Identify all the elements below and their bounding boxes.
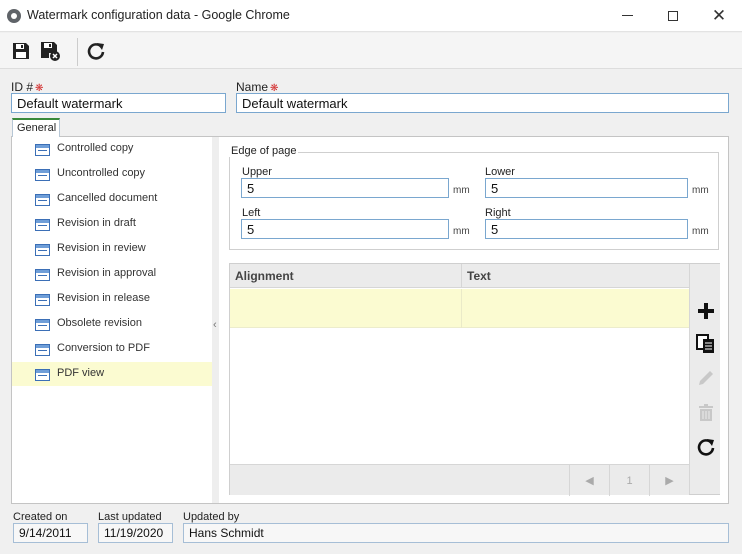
add-button[interactable] xyxy=(694,299,718,323)
list-item-selected[interactable]: PDF view xyxy=(12,362,212,386)
id-label: ID # ❋ xyxy=(11,80,44,94)
column-divider[interactable] xyxy=(461,264,462,288)
left-label: Left xyxy=(242,207,261,219)
watermark-type-list: Controlled copy Uncontrolled copy Cancel… xyxy=(12,137,212,503)
right-label: Right xyxy=(485,207,511,219)
form-icon xyxy=(35,219,50,231)
right-field[interactable]: 5 xyxy=(485,219,688,239)
add-icon xyxy=(698,303,714,319)
last-updated-field: 11/19/2020 xyxy=(98,523,173,543)
form-icon xyxy=(35,294,50,306)
prev-page-icon: ◀ xyxy=(585,475,594,487)
prev-page-button[interactable]: ◀ xyxy=(569,465,609,496)
maximize-icon xyxy=(668,10,678,21)
refresh-icon xyxy=(87,43,105,60)
grid-actions xyxy=(689,264,720,494)
toolbar xyxy=(0,33,742,69)
upper-field[interactable]: 5 xyxy=(241,178,449,198)
save-and-close-button[interactable] xyxy=(38,39,62,63)
next-page-icon: ▶ xyxy=(665,475,674,487)
page-number: 1 xyxy=(609,465,649,496)
column-divider xyxy=(461,289,462,328)
save-and-close-icon xyxy=(41,42,60,61)
chrome-icon xyxy=(7,9,21,23)
form-icon xyxy=(35,194,50,206)
save-icon xyxy=(13,43,29,59)
list-item[interactable]: Obsolete revision xyxy=(12,312,212,336)
lower-field[interactable]: 5 xyxy=(485,178,688,198)
collapse-arrow-icon[interactable]: ‹ xyxy=(213,319,217,331)
close-icon: ✕ xyxy=(711,5,727,25)
tab-general[interactable]: General xyxy=(12,118,60,137)
copy-icon xyxy=(696,334,714,353)
delete-button[interactable] xyxy=(694,401,718,425)
lower-unit: mm xyxy=(692,185,709,196)
title-bar: Watermark configuration data - Google Ch… xyxy=(0,0,742,32)
form-icon xyxy=(35,344,50,356)
list-item[interactable]: Controlled copy xyxy=(12,137,212,161)
refresh-button[interactable] xyxy=(84,39,108,63)
form-icon xyxy=(35,144,50,156)
grid-header: Alignment Text xyxy=(230,264,689,288)
table-row[interactable] xyxy=(230,289,689,328)
form-icon xyxy=(35,169,50,181)
form-icon xyxy=(35,269,50,281)
list-item[interactable]: Revision in approval xyxy=(12,262,212,286)
list-item[interactable]: Revision in release xyxy=(12,287,212,311)
maximize-button[interactable] xyxy=(650,0,696,31)
column-header-alignment[interactable]: Alignment xyxy=(235,269,294,283)
save-button[interactable] xyxy=(9,39,33,63)
name-field[interactable]: Default watermark xyxy=(236,93,729,113)
list-item[interactable]: Uncontrolled copy xyxy=(12,162,212,186)
grid-pager: ◀ 1 ▶ xyxy=(230,464,689,496)
last-updated-label: Last updated xyxy=(98,511,162,523)
created-on-field: 9/14/2011 xyxy=(13,523,88,543)
form-icon xyxy=(35,244,50,256)
edge-of-page-legend: Edge of page xyxy=(229,145,299,157)
list-item[interactable]: Revision in review xyxy=(12,237,212,261)
list-item[interactable]: Revision in draft xyxy=(12,212,212,236)
toolbar-separator xyxy=(77,38,78,66)
list-item[interactable]: Cancelled document xyxy=(12,187,212,211)
edit-button[interactable] xyxy=(694,366,718,390)
delete-icon xyxy=(699,404,713,421)
list-item[interactable]: Conversion to PDF xyxy=(12,337,212,361)
left-field[interactable]: 5 xyxy=(241,219,449,239)
column-header-text[interactable]: Text xyxy=(467,269,491,283)
watermark-text-grid: Alignment Text ◀ 1 ▶ xyxy=(229,263,720,496)
copy-button[interactable] xyxy=(694,332,718,356)
name-label: Name ❋ xyxy=(236,80,279,94)
close-button[interactable]: ✕ xyxy=(696,0,742,31)
next-page-button[interactable]: ▶ xyxy=(649,465,689,496)
form-icon xyxy=(35,319,50,331)
right-unit: mm xyxy=(692,226,709,237)
edit-icon xyxy=(699,371,713,385)
window-title: Watermark configuration data - Google Ch… xyxy=(27,8,290,22)
left-unit: mm xyxy=(453,226,470,237)
lower-label: Lower xyxy=(485,166,515,178)
updated-by-field: Hans Schmidt xyxy=(183,523,729,543)
upper-unit: mm xyxy=(453,185,470,196)
refresh-grid-button[interactable] xyxy=(694,435,718,459)
updated-by-label: Updated by xyxy=(183,511,240,523)
minimize-icon xyxy=(621,15,633,16)
panel-splitter[interactable]: ‹ xyxy=(212,137,219,503)
minimize-button[interactable] xyxy=(604,0,650,31)
upper-label: Upper xyxy=(242,166,272,178)
refresh-icon xyxy=(697,439,715,456)
id-field[interactable]: Default watermark xyxy=(11,93,226,113)
form-icon xyxy=(35,369,50,381)
created-on-label: Created on xyxy=(13,511,68,523)
